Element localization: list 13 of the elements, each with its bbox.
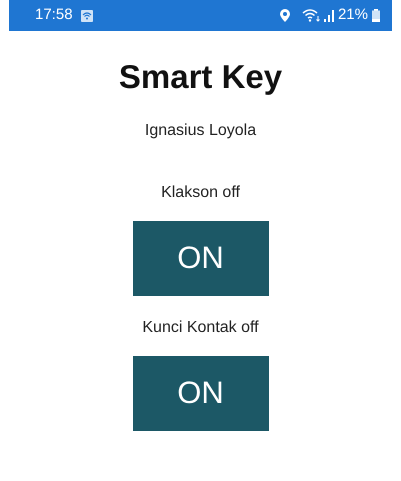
user-name: Ignasius Loyola: [144, 121, 256, 141]
on-button[interactable]: ON: [132, 356, 268, 431]
wifi-notification-icon: [80, 10, 93, 22]
control-status-label: Klakson off: [161, 183, 240, 203]
wifi-icon: [302, 9, 320, 22]
battery-icon: [372, 9, 380, 22]
signal-icon: [324, 10, 334, 22]
location-pin-icon: [280, 9, 290, 22]
on-button[interactable]: ON: [132, 221, 268, 296]
app-title: Smart Key: [118, 57, 282, 97]
battery-percent: 21%: [338, 5, 368, 26]
control-status-label: Kunci Kontak off: [142, 318, 259, 338]
status-time: 17:58: [35, 5, 73, 26]
